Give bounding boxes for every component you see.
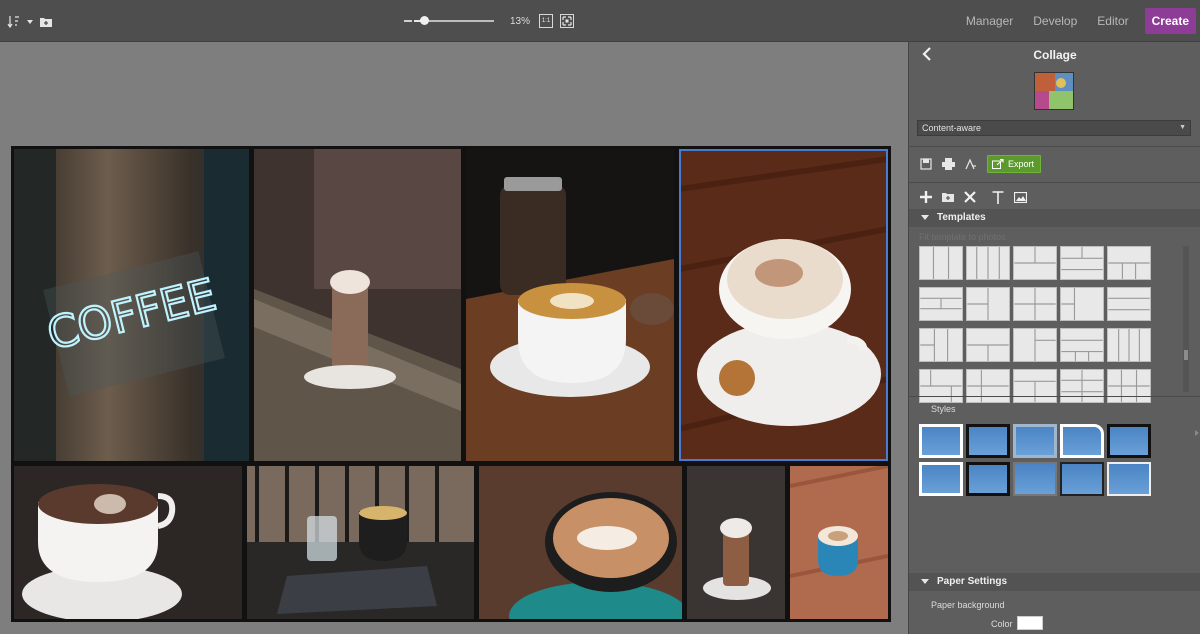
collage-template[interactable] [1013, 246, 1057, 280]
top-toolbar: 13% 1:1 Manager Develop Editor Create [0, 0, 1200, 42]
styles-label: Styles [931, 404, 956, 414]
collage-style[interactable] [1060, 462, 1104, 496]
photo-mocha-on-table[interactable] [254, 149, 461, 461]
collage-template[interactable] [919, 287, 963, 321]
toolbar-left-group [6, 14, 54, 30]
collage-style[interactable] [1013, 462, 1057, 496]
collage-template[interactable] [1013, 369, 1057, 403]
sort-icon[interactable] [6, 14, 22, 30]
file-actions-row: Export [919, 155, 1042, 173]
collage-style[interactable] [1107, 462, 1151, 496]
collage-type-dropdown[interactable]: Content-aware ▼ [917, 120, 1191, 136]
photo-latte-art-white-cup[interactable] [14, 466, 242, 619]
paper-color-swatch[interactable] [1017, 616, 1043, 630]
collapse-triangle-icon [921, 215, 929, 220]
photo-cappuccino-with-cookie[interactable] [679, 149, 888, 461]
panel-title: Collage [1033, 48, 1077, 62]
collage-edit-row [919, 190, 1027, 204]
paper-background-label: Paper background [931, 600, 1005, 610]
neon-sign-illustration: COFFEE [14, 149, 249, 461]
remove-icon[interactable] [963, 190, 977, 204]
collage-template[interactable] [1060, 369, 1104, 403]
panel-divider [909, 182, 1200, 183]
photo-neon-coffee-sign[interactable]: COFFEE [14, 149, 249, 461]
collage-style[interactable] [1107, 424, 1151, 458]
collage-template[interactable] [1107, 369, 1151, 403]
photo-mocha-small-glass[interactable] [687, 466, 785, 619]
collage-style[interactable] [966, 424, 1010, 458]
scrollbar-thumb[interactable] [1184, 350, 1188, 360]
collage-template[interactable] [919, 246, 963, 280]
collage-template[interactable] [1060, 287, 1104, 321]
paper-settings-section-header[interactable]: Paper Settings [909, 573, 1200, 591]
export-button-label: Export [1008, 159, 1035, 169]
zoom-out-icon[interactable] [404, 20, 412, 22]
collage-style[interactable] [1060, 424, 1104, 458]
mode-tab-create[interactable]: Create [1144, 8, 1196, 34]
collage-style[interactable] [919, 462, 963, 496]
collage-type-value: Content-aware [922, 123, 982, 133]
zoom-slider[interactable] [414, 16, 494, 25]
add-folder-icon[interactable] [941, 190, 955, 204]
paper-settings-title: Paper Settings [937, 576, 1008, 587]
fit-to-screen-icon[interactable] [560, 14, 574, 28]
collage-template[interactable] [1013, 328, 1057, 362]
templates-section-title: Templates [937, 212, 986, 223]
export-button[interactable]: Export [987, 155, 1042, 173]
app-window: 13% 1:1 Manager Develop Editor Create CO… [0, 0, 1200, 634]
fit-template-hint: Fit template to photos [919, 232, 1006, 242]
panel-divider [909, 146, 1200, 147]
print-icon[interactable] [941, 157, 955, 171]
collage-template[interactable] [966, 287, 1010, 321]
zoom-control: 13% 1:1 [404, 14, 574, 28]
collage-template[interactable] [1107, 246, 1151, 280]
collage-template[interactable] [919, 328, 963, 362]
actual-size-button[interactable]: 1:1 [539, 14, 553, 28]
collage-template[interactable] [919, 369, 963, 403]
photo-cup-blue-mug[interactable] [790, 466, 888, 619]
zoom-percent: 13% [509, 15, 530, 27]
add-image-icon[interactable] [1013, 190, 1027, 204]
expand-arrow-icon[interactable] [1195, 430, 1199, 436]
collage-template[interactable] [966, 328, 1010, 362]
color-label: Color [991, 619, 1013, 629]
panel-divider [909, 396, 1200, 397]
collage-template[interactable] [966, 246, 1010, 280]
templates-section-header[interactable]: Templates [909, 209, 1200, 227]
templates-scrollbar[interactable] [1183, 246, 1189, 392]
collapse-triangle-icon [921, 579, 929, 584]
collage-template[interactable] [1060, 246, 1104, 280]
mode-switcher: Manager Develop Editor Create [956, 0, 1200, 42]
collage-style[interactable] [1013, 424, 1057, 458]
collage-template[interactable] [1107, 328, 1151, 362]
collage-template[interactable] [1060, 328, 1104, 362]
collage-template[interactable] [966, 369, 1010, 403]
collage-thumbnail [1034, 72, 1074, 110]
add-folder-icon[interactable] [38, 14, 54, 30]
mode-tab-manager[interactable]: Manager [966, 14, 1013, 28]
export-icon [992, 159, 1004, 169]
save-icon[interactable] [919, 157, 933, 171]
photo-latte-with-jar[interactable] [466, 149, 674, 461]
photo-espresso-with-glass[interactable] [247, 466, 474, 619]
mode-tab-develop[interactable]: Develop [1033, 14, 1077, 28]
photo-latte-blue-saucer[interactable] [479, 466, 682, 619]
collage-style[interactable] [966, 462, 1010, 496]
collage-template[interactable] [1013, 287, 1057, 321]
add-icon[interactable] [919, 190, 933, 204]
share-icon[interactable] [963, 157, 977, 171]
mode-tab-editor[interactable]: Editor [1097, 14, 1128, 28]
style-grid [919, 424, 1151, 496]
collage-style[interactable] [919, 424, 963, 458]
collage-canvas: COFFEE [0, 42, 908, 634]
template-grid [919, 246, 1183, 403]
chevron-down-icon: ▼ [1179, 124, 1186, 131]
collage-template[interactable] [1107, 287, 1151, 321]
create-panel: Collage Content-aware ▼ Export Templates… [908, 42, 1200, 634]
chevron-down-icon[interactable] [26, 14, 34, 30]
add-text-icon[interactable] [991, 190, 1005, 204]
zoom-slider-handle[interactable] [420, 16, 430, 25]
collage-sheet: COFFEE [11, 146, 891, 622]
